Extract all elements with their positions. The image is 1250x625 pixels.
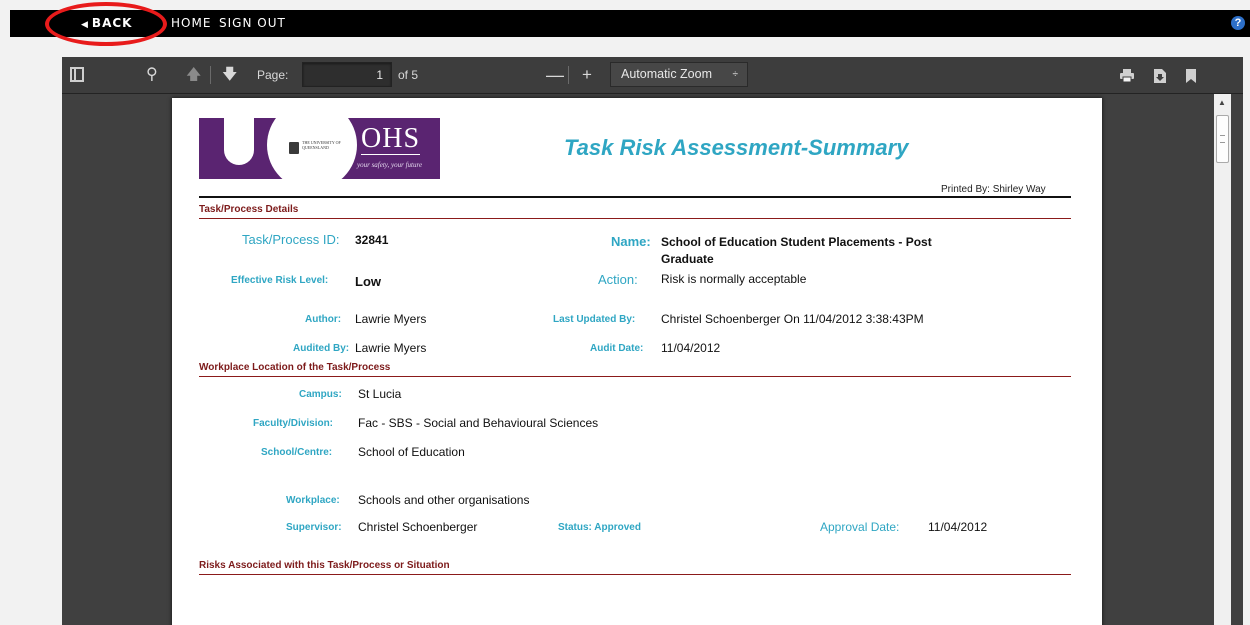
section-risks: Risks Associated with this Task/Process … [199,560,450,571]
university-crest-icon [289,142,299,154]
action-label: Action: [598,272,638,287]
printed-by: Printed By: Shirley Way [941,184,1046,195]
vertical-scrollbar[interactable]: ▲ [1214,94,1231,625]
page-number-input[interactable]: 1 [302,62,392,87]
document-title: Task Risk Assessment-Summary [564,135,909,160]
previous-page-icon[interactable]: 🡅 [186,57,201,93]
toolbar-divider [210,66,211,84]
audited-by-value: Lawrie Myers [355,341,427,355]
back-label: BACK [91,16,133,30]
pdf-page: THE UNIVERSITY OF QUEENSLAND OHS your sa… [172,98,1102,625]
logo-u-shape [224,118,254,165]
section-workplace-location: Workplace Location of the Task/Process [199,362,391,373]
search-icon[interactable]: ⚲ [146,57,158,93]
section-divider [199,218,1071,219]
risk-level-label: Effective Risk Level: [231,275,329,286]
section-divider [199,574,1071,575]
page-count: of 5 [398,68,419,82]
approval-date-label: Approval Date: [820,520,900,534]
author-value: Lawrie Myers [355,312,427,326]
back-link[interactable]: ◀ BACK [81,10,132,37]
supervisor-value: Christel Schoenberger [358,520,478,534]
zoom-value: Automatic Zoom [621,67,713,81]
faculty-value: Fac - SBS - Social and Behavioural Scien… [358,416,599,430]
top-nav-bar: ◀ BACK HOME SIGN OUT ? [10,10,1250,37]
school-value: School of Education [358,445,465,459]
name-value-line2: Graduate [661,252,714,266]
logo-ohs-text: OHS [361,123,421,155]
sidebar-toggle-button[interactable] [70,57,84,93]
pdf-viewer: ⚲ 🡅 🡇 Page: 1 of 5 — + Automatic Zoom ÷ T… [62,57,1243,625]
audit-date-value: 11/04/2012 [661,341,721,355]
sign-out-link[interactable]: SIGN OUT [219,10,286,37]
pdf-toolbar: ⚲ 🡅 🡇 Page: 1 of 5 — + Automatic Zoom ÷ [62,57,1243,94]
risk-level-value: Low [355,274,381,289]
toolbar-divider [568,66,569,84]
task-id-value: 32841 [355,233,389,247]
download-icon[interactable] [1154,57,1166,93]
select-arrows-icon: ÷ [732,69,739,80]
status-value: Status: Approved [558,522,641,533]
scrollbar-thumb[interactable] [1216,115,1229,163]
page-label: Page: [257,68,289,82]
name-label: Name: [611,234,651,249]
zoom-select[interactable]: Automatic Zoom ÷ [610,62,748,87]
scroll-up-arrow-icon[interactable]: ▲ [1218,98,1226,107]
name-value-line1: School of Education Student Placements -… [661,235,932,249]
back-triangle-icon: ◀ [81,20,89,30]
author-label: Author: [305,314,342,325]
last-updated-label: Last Updated By: [553,314,636,325]
logo-tagline: your safety, your future [357,161,423,169]
approval-date-value: 11/04/2012 [928,520,988,534]
section-divider [199,376,1071,377]
workplace-value: Schools and other organisations [358,493,530,507]
zoom-in-icon[interactable]: + [582,57,592,93]
section-task-details: Task/Process Details [199,204,299,215]
audit-date-label: Audit Date: [590,343,644,354]
uq-ohs-logo: THE UNIVERSITY OF QUEENSLAND OHS your sa… [199,118,440,179]
header-divider [199,196,1071,198]
help-icon[interactable]: ? [1231,16,1245,30]
workplace-label: Workplace: [286,495,340,506]
home-link[interactable]: HOME [171,10,211,37]
faculty-label: Faculty/Division: [253,418,334,429]
sidebar-icon [70,67,84,82]
campus-label: Campus: [299,389,342,400]
print-icon[interactable] [1120,57,1134,93]
action-value: Risk is normally acceptable [661,272,807,286]
next-page-icon[interactable]: 🡇 [222,57,237,93]
supervisor-label: Supervisor: [286,522,342,533]
zoom-out-icon[interactable]: — [546,57,564,93]
audited-by-label: Audited By: [293,343,350,354]
logo-university-text: THE UNIVERSITY OF QUEENSLAND [302,140,341,150]
bookmark-icon[interactable] [1186,57,1196,93]
school-label: School/Centre: [261,447,333,458]
task-id-label: Task/Process ID: [242,232,340,247]
last-updated-value: Christel Schoenberger On 11/04/2012 3:38… [661,312,924,326]
campus-value: St Lucia [358,387,402,401]
